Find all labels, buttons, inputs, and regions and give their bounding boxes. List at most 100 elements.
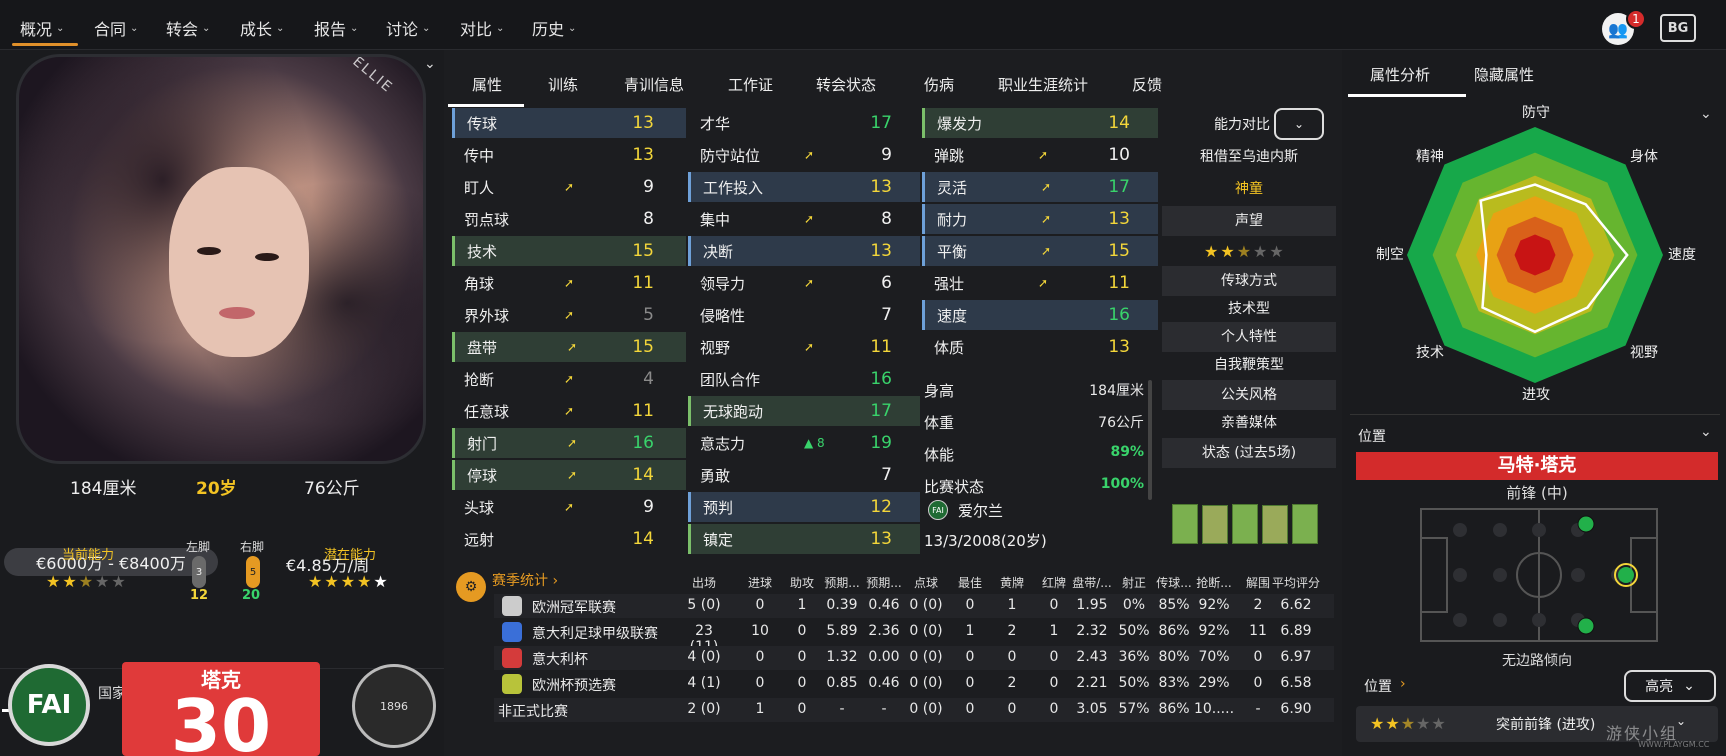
nav-transfer[interactable]: 转会 ⌄ — [166, 16, 210, 40]
attribute-row[interactable]: 集中 ➚ 8 — [688, 204, 920, 234]
season-stats-row[interactable]: 非正式比赛 2 (0) 1 0 - - 0 (0) 0 0 0 3.05 57% 86% 10..... -… — [494, 698, 1334, 722]
attribute-row[interactable]: 远射 14 — [452, 524, 686, 554]
attribute-row[interactable]: 盯人 ➚ 9 — [452, 172, 686, 202]
form-bar[interactable] — [1232, 504, 1258, 544]
attribute-row[interactable]: 侵略性 7 — [688, 300, 920, 330]
tab-training[interactable]: 训练 — [548, 74, 578, 95]
season-column-header[interactable]: 传球... — [1153, 574, 1195, 591]
attribute-row[interactable]: 速度 16 — [922, 300, 1158, 330]
form-bar[interactable] — [1262, 505, 1288, 544]
attribute-row[interactable]: 传中 13 — [452, 140, 686, 170]
attribute-row[interactable]: 任意球 ➚ 11 — [452, 396, 686, 426]
chevron-right-icon[interactable]: › — [1400, 676, 1406, 692]
attribute-row[interactable]: 耐力 ➚ 13 — [922, 204, 1158, 234]
season-stats-row[interactable]: 意大利足球甲级联赛23 (11)1005.892.360 (0)1212.325… — [494, 620, 1334, 655]
attribute-row[interactable]: 灵活 ➚ 17 — [922, 172, 1158, 202]
tab-injury[interactable]: 伤病 — [924, 74, 954, 95]
attribute-row[interactable]: 视野 ➚ 11 — [688, 332, 920, 362]
site-watermark-url: WWW.PLAYGM.CC — [1638, 740, 1710, 749]
season-column-header[interactable]: 抢断... — [1193, 574, 1235, 591]
attribute-row[interactable]: 罚点球 8 — [452, 204, 686, 234]
attribute-row[interactable]: 强壮 ➚ 11 — [922, 268, 1158, 298]
info-scrollbar[interactable] — [1148, 380, 1152, 500]
attribute-row[interactable]: 头球 ➚ 9 — [452, 492, 686, 522]
nav-compare[interactable]: 对比 ⌄ — [460, 16, 504, 40]
season-column-header[interactable]: 平均评分 — [1272, 574, 1320, 591]
attribute-row[interactable]: 工作投入 13 — [688, 172, 920, 202]
season-column-header[interactable]: 出场 — [682, 574, 726, 591]
left-foot-label: 左脚 — [186, 540, 211, 554]
attribute-row[interactable]: 无球跑动 17 — [688, 396, 920, 426]
season-stats-row[interactable]: 欧洲冠军联赛 5 (0) 0 1 0.39 0.46 0 (0) 0 1 0 1.95 0% 85% 92… — [494, 594, 1334, 618]
attribute-row[interactable]: 决断 13 — [688, 236, 920, 266]
tab-attribute-analysis[interactable]: 属性分析 — [1370, 64, 1430, 85]
chevron-down-icon[interactable]: ⌄ — [1700, 424, 1712, 440]
attribute-value: 8 — [881, 209, 892, 229]
attribute-row[interactable]: 领导力 ➚ 6 — [688, 268, 920, 298]
nav-contract[interactable]: 合同 ⌄ — [94, 16, 138, 40]
season-stats-title[interactable]: 赛季统计 › — [492, 570, 558, 590]
info-nation[interactable]: 爱尔兰 — [958, 500, 1003, 521]
attribute-row[interactable]: 预判 12 — [688, 492, 920, 522]
tab-transfer-status[interactable]: 转会状态 — [816, 74, 876, 95]
attribute-row[interactable]: 弹跳 ➚ 10 — [922, 140, 1158, 170]
nav-history[interactable]: 历史 ⌄ — [532, 16, 576, 40]
form-bar[interactable] — [1172, 504, 1198, 544]
attribute-row[interactable]: 爆发力 14 — [922, 108, 1158, 138]
form-bar[interactable] — [1202, 505, 1228, 544]
season-stats-row[interactable]: 意大利杯 4 (0) 0 0 1.32 0.00 0 (0) 0 0 0 2.43 36% 80% 70%… — [494, 646, 1334, 670]
attribute-row[interactable]: 防守站位 ➚ 9 — [688, 140, 920, 170]
form-bar[interactable] — [1292, 504, 1318, 544]
role-section-title[interactable]: 位置 — [1364, 676, 1392, 696]
attribute-row[interactable]: 传球 13 — [452, 108, 686, 138]
season-column-header[interactable]: 红牌 — [1036, 574, 1072, 591]
attribute-row[interactable]: 盘带 ➚ 15 — [452, 332, 686, 362]
compare-dropdown[interactable]: ⌄ — [1274, 108, 1324, 140]
tab-work-permit[interactable]: 工作证 — [728, 74, 773, 95]
attribute-name: 意志力 — [700, 434, 746, 453]
season-column-header[interactable]: 助攻 — [784, 574, 820, 591]
bg-button[interactable]: BG — [1660, 14, 1696, 42]
season-column-header[interactable]: 最佳 — [952, 574, 988, 591]
attribute-row[interactable]: 镇定 13 — [688, 524, 920, 554]
attribute-row[interactable]: 角球 ➚ 11 — [452, 268, 686, 298]
attribute-value: 11 — [632, 273, 654, 293]
attribute-value: 11 — [870, 337, 892, 357]
season-column-header[interactable]: 解围 — [1242, 574, 1274, 591]
attribute-row[interactable]: 停球 ➚ 14 — [452, 460, 686, 490]
nav-discuss[interactable]: 讨论 ⌄ — [386, 16, 430, 40]
season-column-header[interactable]: 盘带/... — [1070, 574, 1114, 591]
tab-feedback[interactable]: 反馈 — [1132, 74, 1162, 95]
attribute-row[interactable]: 团队合作 16 — [688, 364, 920, 394]
chevron-down-icon[interactable]: ⌄ — [1700, 106, 1712, 122]
info-dob: 13/3/2008(20岁) — [924, 532, 1047, 550]
season-column-header[interactable]: 预期... — [821, 574, 863, 591]
season-column-header[interactable]: 点球 — [904, 574, 948, 591]
attribute-row[interactable]: 平衡 ➚ 15 — [922, 236, 1158, 266]
attribute-value: 9 — [643, 177, 654, 197]
settings-gear-icon[interactable]: ⚙ — [456, 572, 486, 602]
chevron-down-icon[interactable]: ⌄ — [424, 56, 436, 72]
tab-youth[interactable]: 青训信息 — [624, 74, 684, 95]
nav-reports[interactable]: 报告 ⌄ — [314, 16, 358, 40]
season-stats-row[interactable]: 欧洲杯预选赛 4 (1) 0 0 0.85 0.46 0 (0) 0 2 0 2.21 50% 83% 2… — [494, 672, 1334, 696]
nav-label: 成长 — [240, 20, 273, 39]
season-column-header[interactable]: 进球 — [742, 574, 778, 591]
attribute-row[interactable]: 意志力 ▲ 8 19 — [688, 428, 920, 458]
attribute-row[interactable]: 界外球 ➚ 5 — [452, 300, 686, 330]
attribute-row[interactable]: 体质 13 — [922, 332, 1158, 362]
attribute-row[interactable]: 射门 ➚ 16 — [452, 428, 686, 458]
season-column-header[interactable]: 预期... — [863, 574, 905, 591]
highlight-dropdown[interactable]: 高亮 ⌄ — [1624, 670, 1716, 702]
attribute-row[interactable]: 才华 17 — [688, 108, 920, 138]
nav-overview[interactable]: 概况 ⌄ — [20, 16, 64, 40]
attribute-row[interactable]: 技术 15 — [452, 236, 686, 266]
attribute-row[interactable]: 抢断 ➚ 4 — [452, 364, 686, 394]
season-column-header[interactable]: 射正 — [1115, 574, 1153, 591]
nav-development[interactable]: 成长 ⌄ — [240, 16, 284, 40]
season-column-header[interactable]: 黄牌 — [994, 574, 1030, 591]
tab-hidden-attributes[interactable]: 隐藏属性 — [1474, 64, 1534, 85]
tab-attributes[interactable]: 属性 — [472, 74, 502, 95]
attribute-row[interactable]: 勇敢 7 — [688, 460, 920, 490]
tab-career-stats[interactable]: 职业生涯统计 — [998, 74, 1088, 95]
